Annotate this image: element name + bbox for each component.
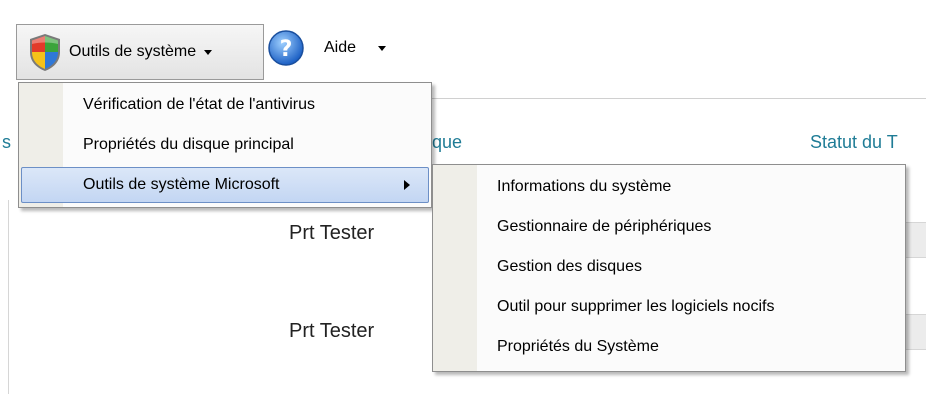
menu-item-main-disk-properties[interactable]: Propriétés du disque principal	[21, 127, 429, 163]
app-window: Outils de système ? Aide s que Statut du…	[0, 0, 926, 394]
menu-item-label: Gestionnaire de périphériques	[497, 218, 712, 235]
submenu-item-device-manager[interactable]: Gestionnaire de périphériques	[435, 207, 903, 247]
menu-item-label: Propriétés du disque principal	[83, 136, 294, 153]
chevron-down-icon	[204, 49, 213, 55]
status-cell	[905, 222, 926, 258]
submenu-item-system-information[interactable]: Informations du système	[435, 167, 903, 207]
menu-item-antivirus-check[interactable]: Vérification de l'état de l'antivirus	[21, 87, 429, 123]
column-header-left: s	[2, 132, 11, 152]
menu-item-label: Outils de système Microsoft	[83, 176, 280, 193]
windows-security-shield-icon	[27, 32, 63, 72]
menu-item-microsoft-system-tools[interactable]: Outils de système Microsoft	[21, 167, 429, 203]
column-header-middle: que	[432, 132, 463, 152]
microsoft-tools-submenu: Informations du système Gestionnaire de …	[432, 164, 906, 372]
menu-item-label: Informations du système	[497, 178, 672, 195]
tools-dropdown-menu: Vérification de l'état de l'antivirus Pr…	[18, 82, 432, 208]
panel-border	[8, 200, 9, 394]
header-divider	[430, 98, 926, 99]
tools-menu-label: Outils de système	[69, 43, 197, 60]
printer-tester-label: Prt Tester	[289, 222, 375, 244]
svg-text:?: ?	[280, 37, 293, 62]
chevron-down-icon	[378, 45, 387, 51]
tools-menu-button[interactable]: Outils de système	[16, 24, 264, 80]
chevron-right-icon	[404, 180, 410, 190]
printer-tester-label: Prt Tester	[289, 320, 375, 342]
menu-item-label: Propriétés du Système	[497, 338, 659, 355]
help-menu-button[interactable]: ? Aide	[266, 24, 416, 72]
help-menu-label: Aide	[324, 39, 357, 56]
menu-item-label: Vérification de l'état de l'antivirus	[83, 96, 316, 113]
submenu-item-disk-management[interactable]: Gestion des disques	[435, 247, 903, 287]
help-question-icon: ?	[266, 28, 306, 68]
status-cell	[905, 314, 926, 350]
menu-item-label: Outil pour supprimer les logiciels nocif…	[497, 298, 775, 315]
menu-item-label: Gestion des disques	[497, 258, 642, 275]
toolbar: Outils de système ? Aide	[0, 0, 926, 86]
submenu-item-malicious-software-removal[interactable]: Outil pour supprimer les logiciels nocif…	[435, 287, 903, 327]
submenu-item-system-properties[interactable]: Propriétés du Système	[435, 327, 903, 367]
column-header-status: Statut du T	[810, 132, 898, 152]
